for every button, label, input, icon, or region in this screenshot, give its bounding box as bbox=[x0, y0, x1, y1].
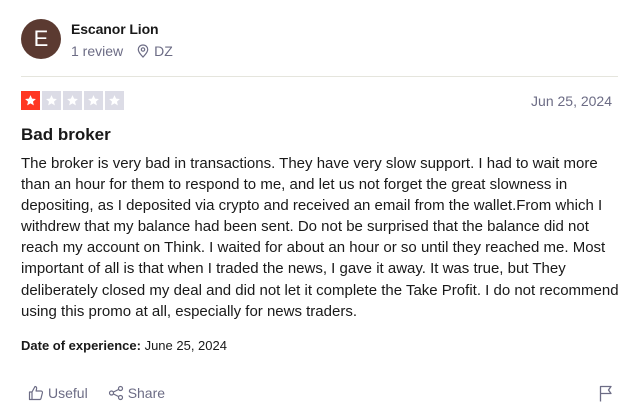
star-icon bbox=[67, 95, 78, 106]
share-button[interactable]: Share bbox=[108, 385, 165, 401]
review-date: Jun 25, 2024 bbox=[531, 93, 612, 109]
star-empty bbox=[84, 91, 103, 110]
date-of-experience: Date of experience: June 25, 2024 bbox=[21, 338, 227, 353]
reviewer-location: DZ bbox=[137, 43, 173, 59]
useful-label: Useful bbox=[48, 385, 88, 401]
star-empty bbox=[42, 91, 61, 110]
reviewer-meta: 1 review DZ bbox=[71, 43, 173, 59]
star-empty bbox=[63, 91, 82, 110]
divider bbox=[21, 76, 618, 77]
reviewer-info: Escanor Lion 1 review DZ bbox=[71, 20, 173, 59]
review-body: The broker is very bad in transactions. … bbox=[21, 155, 619, 320]
star-filled bbox=[21, 91, 40, 110]
review-count: 1 review bbox=[71, 42, 124, 59]
share-label: Share bbox=[127, 385, 166, 401]
review-card: E Escanor Lion 1 review DZ Jun 25, 2024 … bbox=[0, 0, 639, 411]
star-icon bbox=[46, 95, 57, 106]
star-icon bbox=[109, 95, 120, 106]
star-rating bbox=[21, 91, 124, 110]
review-title: Bad broker bbox=[21, 125, 111, 144]
avatar[interactable]: E bbox=[21, 19, 61, 59]
report-button[interactable] bbox=[599, 385, 613, 407]
thumbs-up-icon bbox=[28, 385, 44, 401]
share-icon bbox=[108, 385, 123, 401]
experience-label: Date of experience: bbox=[21, 338, 141, 353]
review-actions: Useful Share bbox=[28, 385, 165, 401]
country-code: DZ bbox=[154, 42, 173, 59]
location-pin-icon bbox=[137, 43, 149, 58]
reviewer-name[interactable]: Escanor Lion bbox=[71, 20, 173, 38]
reviewer-header: E Escanor Lion 1 review DZ bbox=[21, 19, 173, 59]
useful-button[interactable]: Useful bbox=[28, 385, 88, 401]
star-empty bbox=[105, 91, 124, 110]
star-icon bbox=[88, 95, 99, 106]
flag-icon bbox=[599, 385, 612, 402]
experience-date: June 25, 2024 bbox=[144, 338, 227, 353]
star-icon bbox=[25, 95, 36, 106]
